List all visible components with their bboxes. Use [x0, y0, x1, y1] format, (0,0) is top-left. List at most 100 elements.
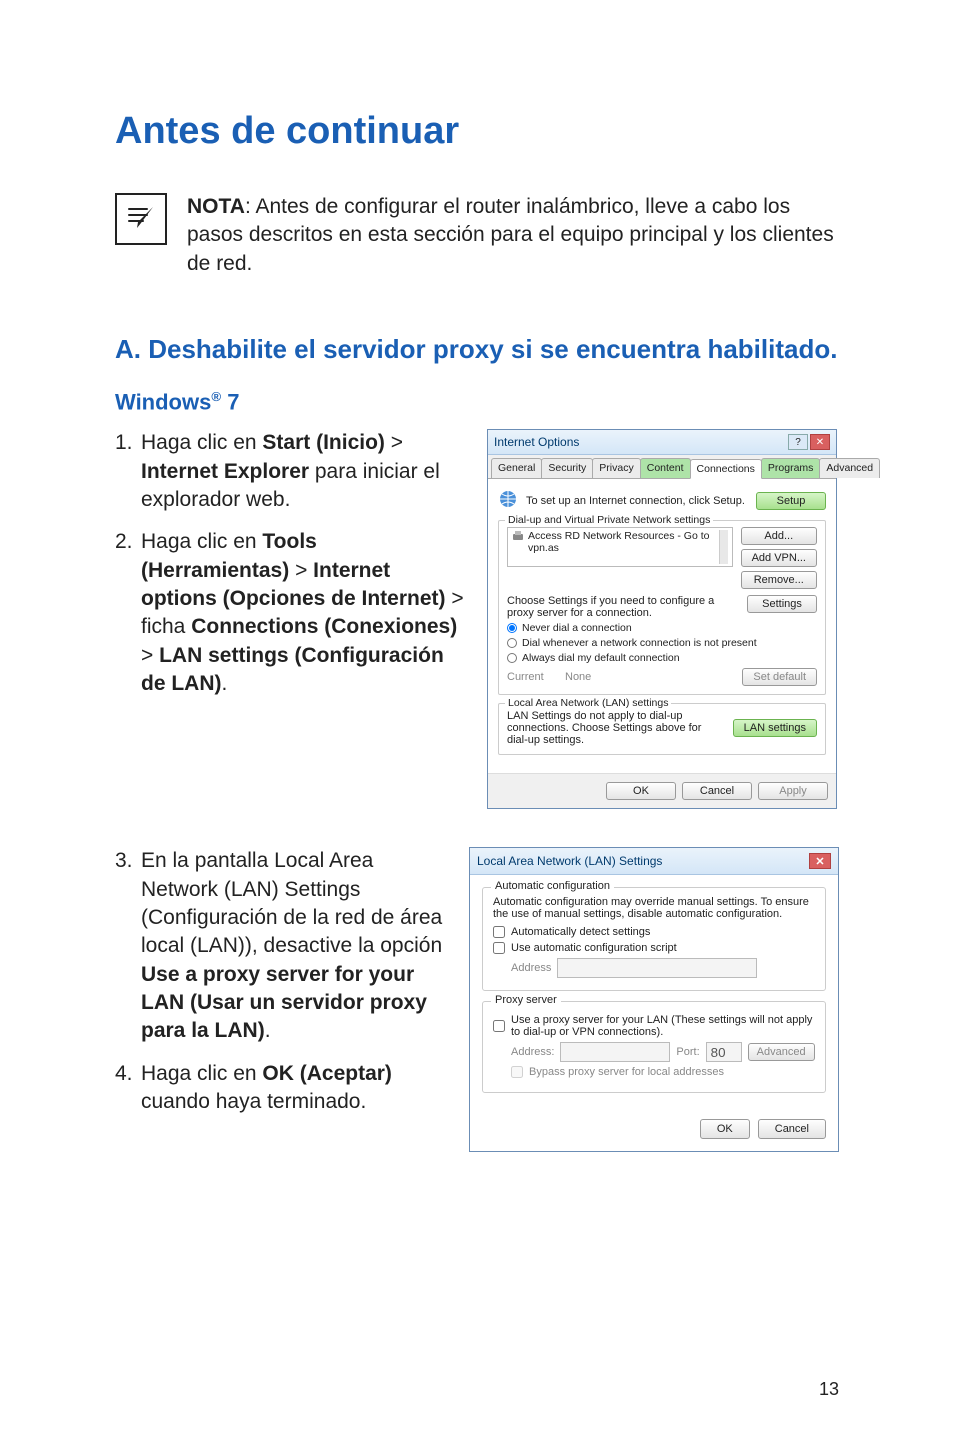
page-title: Antes de continuar — [115, 110, 839, 153]
note-label: NOTA — [187, 195, 245, 218]
checkbox-label: Use automatic configuration script — [511, 942, 677, 954]
radio-label: Dial whenever a network connection is no… — [522, 637, 757, 649]
t: En la pantalla Local Area Network (LAN) … — [141, 849, 442, 957]
section-a-title: A. Deshabilite el servidor proxy si se e… — [115, 333, 839, 367]
script-address-input — [557, 958, 757, 978]
t: Internet Explorer — [141, 460, 309, 483]
tab-general[interactable]: General — [491, 458, 542, 478]
close-icon[interactable]: ✕ — [809, 853, 831, 869]
t: cuando haya terminado. — [141, 1090, 366, 1113]
auto-script-checkbox[interactable] — [493, 942, 505, 954]
bypass-proxy-checkbox — [511, 1066, 523, 1078]
dvpn-legend: Dial-up and Virtual Private Network sett… — [505, 514, 713, 526]
t: Haga clic en — [141, 431, 262, 454]
step-number: 2. — [115, 528, 141, 698]
tab-security[interactable]: Security — [541, 458, 593, 478]
tab-privacy[interactable]: Privacy — [592, 458, 640, 478]
help-icon[interactable]: ? — [788, 434, 808, 450]
globe-icon — [498, 489, 518, 512]
checkbox-label: Bypass proxy server for local addresses — [529, 1066, 724, 1078]
steps-list-a: 1. Haga clic en Start (Inicio) > Interne… — [115, 429, 467, 698]
t: LAN settings (Configuración de LAN) — [141, 644, 444, 695]
t: Use a proxy server for your LAN (Usar un… — [141, 963, 427, 1043]
ok-button[interactable]: OK — [606, 782, 676, 800]
lan-settings-dialog: Local Area Network (LAN) Settings ✕ Auto… — [469, 847, 839, 1152]
t: > — [385, 431, 403, 454]
auto-config-legend: Automatic configuration — [491, 880, 614, 892]
lan-settings-text: LAN Settings do not apply to dial-up con… — [507, 710, 725, 746]
t: > — [141, 644, 159, 667]
t: Haga clic en — [141, 530, 262, 553]
advanced-button: Advanced — [748, 1043, 815, 1061]
tab-advanced[interactable]: Advanced — [819, 458, 880, 478]
dialog-titlebar: Internet Options ? ✕ — [488, 430, 836, 455]
ok-button[interactable]: OK — [700, 1119, 750, 1139]
settings-button[interactable]: Settings — [747, 595, 817, 613]
connections-listbox[interactable]: Access RD Network Resources - Go to vpn.… — [507, 527, 733, 567]
checkbox-label: Automatically detect settings — [511, 926, 650, 938]
lan-settings-button[interactable]: LAN settings — [733, 719, 817, 737]
step-3: 3. En la pantalla Local Area Network (LA… — [115, 847, 449, 1045]
choose-settings-text: Choose Settings if you need to configure… — [507, 595, 739, 619]
apply-button: Apply — [758, 782, 828, 800]
windows-7-heading: Windows® 7 — [115, 389, 839, 415]
radio-dial-whenever[interactable] — [507, 638, 517, 648]
step-number: 1. — [115, 429, 141, 514]
dialog-title: Local Area Network (LAN) Settings — [477, 854, 662, 868]
add-button[interactable]: Add... — [741, 527, 817, 545]
add-vpn-button[interactable]: Add VPN... — [741, 549, 817, 567]
setup-text: To set up an Internet connection, click … — [526, 495, 748, 507]
note-body: : Antes de configurar el router inalámbr… — [187, 195, 834, 275]
scrollbar[interactable] — [719, 530, 728, 564]
step-1: 1. Haga clic en Start (Inicio) > Interne… — [115, 429, 467, 514]
setup-button[interactable]: Setup — [756, 492, 826, 510]
step-number: 3. — [115, 847, 141, 1045]
use-proxy-checkbox[interactable] — [493, 1020, 505, 1032]
tab-content[interactable]: Content — [640, 458, 691, 478]
t: OK (Aceptar) — [262, 1062, 392, 1085]
dialog-titlebar: Local Area Network (LAN) Settings ✕ — [470, 848, 838, 875]
t: Connections (Conexiones) — [191, 615, 457, 638]
radio-never-dial[interactable] — [507, 623, 517, 633]
tab-programs[interactable]: Programs — [761, 458, 821, 478]
proxy-address-label: Address: — [511, 1046, 554, 1058]
t: . — [222, 672, 228, 695]
checkbox-label: Use a proxy server for your LAN (These s… — [511, 1014, 815, 1038]
note-text: NOTA: Antes de configurar el router inal… — [187, 193, 839, 278]
steps-list-b: 3. En la pantalla Local Area Network (LA… — [115, 847, 449, 1116]
proxy-port-input — [706, 1042, 742, 1062]
tabs: General Security Privacy Content Connect… — [488, 455, 836, 479]
proxy-server-legend: Proxy server — [491, 994, 561, 1006]
dialog-title: Internet Options — [494, 435, 579, 449]
current-label: Current — [507, 671, 557, 683]
step-number: 4. — [115, 1060, 141, 1117]
t: > — [289, 559, 313, 582]
auto-config-desc: Automatic configuration may override man… — [493, 896, 815, 920]
step-2: 2. Haga clic en Tools (Herramientas) > I… — [115, 528, 467, 698]
auto-detect-checkbox[interactable] — [493, 926, 505, 938]
current-value: None — [565, 671, 734, 683]
t: Start (Inicio) — [262, 431, 385, 454]
lan-settings-legend: Local Area Network (LAN) settings — [505, 697, 671, 709]
close-icon[interactable]: ✕ — [810, 434, 830, 450]
set-default-button: Set default — [742, 668, 817, 686]
step-4: 4. Haga clic en OK (Aceptar) cuando haya… — [115, 1060, 449, 1117]
t: . — [265, 1019, 271, 1042]
tab-connections[interactable]: Connections — [690, 459, 762, 479]
radio-always-dial[interactable] — [507, 653, 517, 663]
cancel-button[interactable]: Cancel — [758, 1119, 826, 1139]
note-block: NOTA: Antes de configurar el router inal… — [115, 193, 839, 278]
note-icon — [115, 193, 167, 245]
address-label: Address — [511, 962, 551, 974]
modem-icon — [512, 530, 524, 545]
internet-options-dialog: Internet Options ? ✕ General Security Pr… — [487, 429, 837, 809]
remove-button[interactable]: Remove... — [741, 571, 817, 589]
t: Haga clic en — [141, 1062, 262, 1085]
list-item[interactable]: Access RD Network Resources - Go to vpn.… — [528, 530, 715, 554]
radio-label: Never dial a connection — [522, 622, 632, 634]
page-number: 13 — [819, 1379, 839, 1400]
proxy-address-input — [560, 1042, 670, 1062]
proxy-port-label: Port: — [676, 1046, 699, 1058]
radio-label: Always dial my default connection — [522, 652, 680, 664]
cancel-button[interactable]: Cancel — [682, 782, 752, 800]
